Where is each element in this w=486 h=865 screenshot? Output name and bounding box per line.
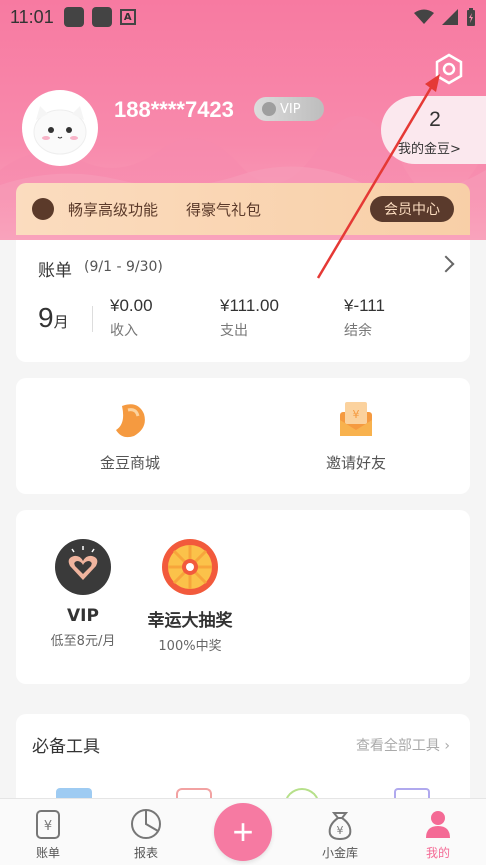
status-bar: 11:01 A <box>0 0 486 34</box>
view-all-tools-label: 查看全部工具 <box>355 738 440 754</box>
status-icons <box>414 8 476 26</box>
money-bag-icon: ¥ <box>328 812 352 841</box>
member-banner[interactable]: 畅享高级功能 得豪气礼包 会员中心 <box>16 183 470 235</box>
bill-title: 账单 <box>38 261 72 281</box>
lottery-promo-item[interactable]: 幸运大抽奖 100%中奖 <box>125 538 255 654</box>
bill-tab-icon: ¥ <box>36 810 60 839</box>
bear-icon <box>32 198 54 220</box>
shop-card: 金豆商城 ¥ 邀请好友 <box>16 378 470 494</box>
expense-label: 支出 <box>220 323 248 339</box>
month-number: 9 <box>38 302 54 333</box>
svg-text:¥: ¥ <box>353 408 360 421</box>
gold-label: 我的金豆> <box>398 142 461 157</box>
lucky-wheel-icon <box>162 539 218 595</box>
bill-card[interactable]: 账单 (9/1 - 9/30) 9月 ¥0.00 收入 ¥111.00 支出 ¥… <box>16 240 470 362</box>
battery-icon <box>467 8 475 26</box>
tab-vault[interactable]: ¥ 小金库 <box>310 807 370 861</box>
tab-vault-label: 小金库 <box>321 846 358 860</box>
tab-mine-label: 我的 <box>425 846 450 860</box>
settings-icon[interactable] <box>432 52 466 86</box>
income-value: ¥0.00 <box>110 296 153 315</box>
balance-label: 结余 <box>344 323 372 339</box>
gold-mall-item[interactable]: 金豆商城 <box>50 398 210 473</box>
balance-stat: ¥-111 结余 <box>344 296 385 340</box>
cat-avatar-icon <box>33 106 87 155</box>
lottery-promo-title: 幸运大抽奖 <box>147 611 233 631</box>
member-text-features: 畅享高级功能 <box>68 200 159 219</box>
bill-range: (9/1 - 9/30) <box>84 259 163 275</box>
tab-report[interactable]: 报表 <box>116 807 176 861</box>
expense-stat: ¥111.00 支出 <box>220 296 279 340</box>
gold-count: 2 <box>429 108 441 131</box>
invite-friends-label: 邀请好友 <box>325 454 386 472</box>
phone-number[interactable]: 188****7423 <box>114 97 234 123</box>
invite-friends-item[interactable]: ¥ 邀请好友 <box>276 398 436 473</box>
avatar[interactable] <box>22 90 98 166</box>
tab-mine[interactable]: 我的 <box>408 807 468 861</box>
red-envelope-icon: ¥ <box>340 402 372 436</box>
wifi-icon <box>414 9 434 24</box>
notification-icon <box>91 7 112 27</box>
expense-value: ¥111.00 <box>220 296 279 315</box>
vip-badge-label: VIP <box>280 101 301 117</box>
notification-icon <box>63 7 84 27</box>
month-unit: 月 <box>53 314 69 331</box>
tools-title: 必备工具 <box>32 737 100 757</box>
member-center-button[interactable]: 会员中心 <box>370 196 454 222</box>
view-all-tools-link[interactable]: 查看全部工具 › <box>356 735 450 755</box>
bean-icon <box>116 404 145 438</box>
keyboard-icon: A <box>119 9 136 25</box>
income-stat: ¥0.00 收入 <box>110 296 153 340</box>
divider <box>92 306 93 332</box>
income-label: 收入 <box>110 323 138 339</box>
gold-mall-label: 金豆商城 <box>99 454 160 472</box>
vip-badge[interactable]: VIP <box>254 97 324 121</box>
tab-report-label: 报表 <box>133 846 158 860</box>
chevron-right-icon[interactable] <box>437 255 455 273</box>
promo-card: VIP 低至8元/月 幸运大抽奖 100%中奖 <box>16 510 470 684</box>
add-record-button[interactable]: + <box>214 803 272 861</box>
tab-bill-label: 账单 <box>35 846 60 860</box>
balance-value: ¥-111 <box>344 296 385 315</box>
status-time: 11:01 <box>10 6 54 27</box>
bill-month: 9月 <box>38 302 69 334</box>
signal-icon <box>442 9 458 25</box>
user-icon <box>426 811 450 838</box>
pie-chart-icon <box>131 809 161 839</box>
vip-face-icon <box>262 102 276 116</box>
lottery-promo-sub: 100%中奖 <box>158 639 222 654</box>
svg-text:¥: ¥ <box>44 819 52 834</box>
vip-heart-icon <box>55 539 111 595</box>
tab-bill[interactable]: ¥ 账单 <box>18 807 78 861</box>
member-text-gift: 得豪气礼包 <box>186 200 262 219</box>
svg-text:¥: ¥ <box>337 824 344 837</box>
